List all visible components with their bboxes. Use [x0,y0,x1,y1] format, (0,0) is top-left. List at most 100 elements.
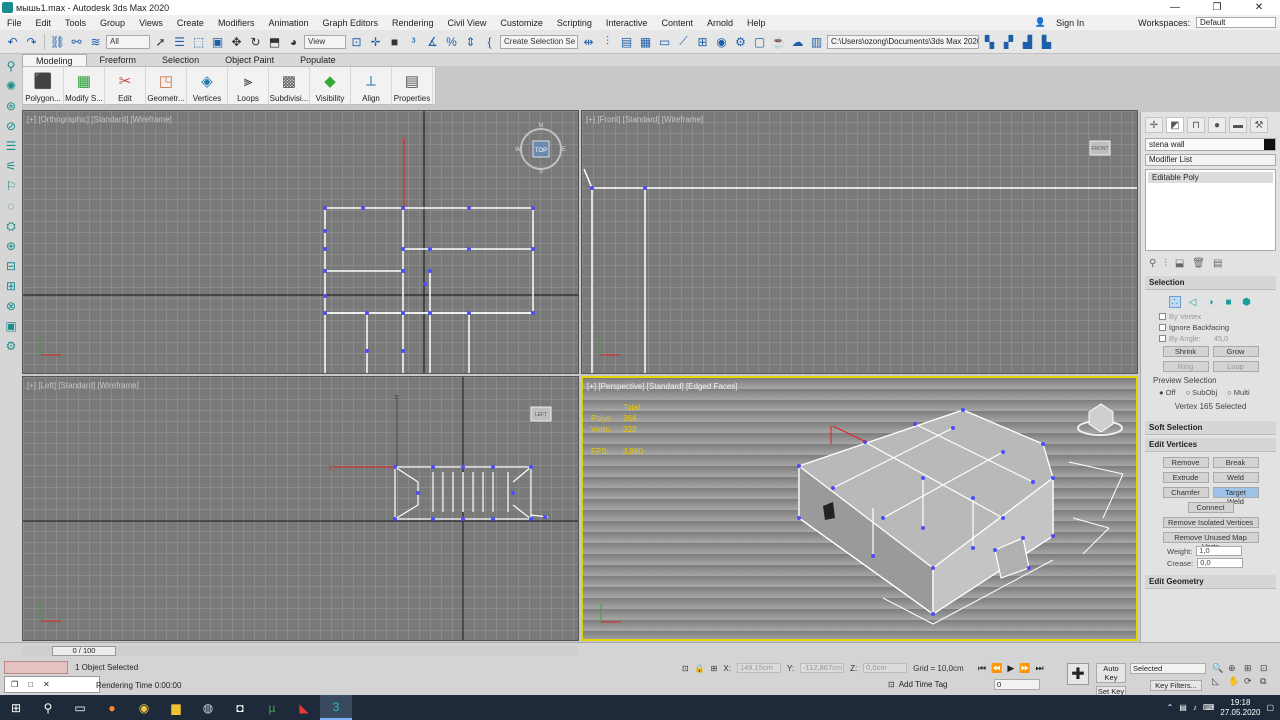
tab-populate[interactable]: Populate [287,54,349,66]
modify-tab-icon[interactable]: ◩ [1166,117,1184,133]
curve-editor-icon[interactable]: ⟋ [675,33,692,50]
tab-object-paint[interactable]: Object Paint [212,54,287,66]
remove-unused-map-verts-button[interactable]: Remove Unused Map Verts [1162,532,1259,551]
modifier-list-dropdown[interactable]: Modifier List [1145,154,1276,166]
remove-button[interactable]: Remove [1162,457,1209,468]
close-icon[interactable]: ✕ [1238,2,1280,13]
edge-level-icon[interactable]: ◁ [1187,296,1199,308]
schematic-view-icon[interactable]: ⊞ [694,33,711,50]
restore-icon[interactable]: ❐ [1196,2,1238,13]
grow-button[interactable]: Grow [1212,346,1259,357]
browse-folder-icon[interactable]: ▟ [1019,33,1036,50]
tab-modeling[interactable]: Modeling [22,54,87,66]
menu-views[interactable]: Views [132,18,170,28]
connect-button[interactable]: Connect [1187,502,1234,513]
preview-multi-radio[interactable]: Multi [1227,388,1250,397]
loop-button[interactable]: Loop [1212,361,1259,372]
menu-arnold[interactable]: Arnold [700,18,740,28]
zoom-extents-icon[interactable]: ⊞ [1244,663,1258,674]
utorrent-icon[interactable]: µ [256,695,288,720]
task-view-icon[interactable]: ▭ [64,695,96,720]
break-button[interactable]: Break [1212,457,1259,468]
pin-stack-icon[interactable]: ⚲ [1149,258,1156,269]
rect-selection-icon[interactable]: ⬚ [190,33,207,50]
rendered-frame-window-icon[interactable]: ▢ [751,33,768,50]
box-icon[interactable]: ▣ [3,318,19,334]
ribbon-toggle-icon[interactable]: ▭ [656,33,673,50]
ignore-backfacing-checkbox[interactable]: Ignore Backfacing [1149,322,1272,333]
edit-button[interactable]: ✂ Edit [105,67,146,105]
by-angle-checkbox[interactable]: By Angle: 45,0 [1149,333,1272,344]
motion-icon[interactable]: ⚐ [3,178,19,194]
maximize-viewport-icon[interactable]: ⧉ [1260,676,1274,687]
angle-snap-icon[interactable]: ∡ [424,33,441,50]
close-icon[interactable]: ✕ [43,680,50,689]
notifications-icon[interactable]: ▢ [1266,703,1274,712]
manipulate-icon[interactable]: ✛ [367,33,384,50]
tab-selection[interactable]: Selection [149,54,212,66]
windows-start-icon[interactable]: ⊞ [0,695,32,720]
list-icon[interactable]: ☰ [3,138,19,154]
3dsmax-taskbar-icon[interactable]: 3 [320,695,352,720]
create-tab-icon[interactable]: ✛ [1145,117,1163,133]
previous-frame-icon[interactable]: ⏪ [991,663,1002,674]
modify-selection-button[interactable]: ▦ Modify S... [64,67,105,105]
material-editor-icon[interactable]: ◉ [713,33,730,50]
edit-geometry-header[interactable]: Edit Geometry [1145,575,1276,589]
menu-rendering[interactable]: Rendering [385,18,441,28]
ring-button[interactable]: Ring [1162,361,1209,372]
link-icon[interactable]: ⛓ [49,33,66,50]
create-icon[interactable]: ⚲ [3,58,19,74]
go-to-start-icon[interactable]: ⏮ [978,663,986,674]
weight-spinner[interactable]: 1,0 [1196,546,1243,556]
select-by-name-icon[interactable]: ☰ [171,33,188,50]
sun-icon[interactable]: ✺ [3,78,19,94]
scale-icon[interactable]: ⬒ [266,33,283,50]
menu-help[interactable]: Help [740,18,773,28]
menu-graph-editors[interactable]: Graph Editors [315,18,385,28]
toggle-scene-explorer-icon[interactable]: ▤ [618,33,635,50]
zoom-all-icon[interactable]: ⊕ [1228,663,1242,674]
orbit-icon[interactable]: ⟳ [1244,676,1258,687]
z-coordinate-field[interactable]: 0,0cm [863,663,908,673]
stack-item-editable-poly[interactable]: Editable Poly [1148,172,1273,183]
field-of-view-icon[interactable]: ◺ [1212,676,1226,687]
loops-button[interactable]: ⫸ Loops [228,67,269,105]
place-icon[interactable]: ◕ [285,33,302,50]
viewcube-top-label[interactable]: TOP [535,148,547,154]
isolate-icon[interactable]: ⊗ [3,298,19,314]
viewcube-left-label[interactable]: LEFT [535,412,547,418]
viewport-top[interactable]: [+] [Orthographic] [Standard] [Wireframe… [22,110,579,374]
element-level-icon[interactable]: ⬢ [1241,296,1253,308]
menu-scripting[interactable]: Scripting [550,18,599,28]
crease-spinner[interactable]: 0,0 [1197,558,1244,568]
shapes-icon[interactable]: ⊘ [3,118,19,134]
lock-selection-icon[interactable]: 🔒 [695,664,705,673]
vertices-button[interactable]: ◈ Vertices [187,67,228,105]
make-unique-icon[interactable]: ⬓ [1175,258,1184,269]
snap-icon[interactable]: ⊞ [3,278,19,294]
adobe-icon[interactable]: ◣ [288,695,320,720]
next-frame-icon[interactable]: ⏩ [1019,663,1030,674]
firefox-icon[interactable]: ● [96,695,128,720]
key-selection-dropdown[interactable]: Selected [1130,663,1206,674]
remove-modifier-icon[interactable]: 🗑 [1192,258,1205,269]
snaps-toggle-icon[interactable]: ³ [405,33,422,50]
menu-interactive[interactable]: Interactive [599,18,655,28]
menu-modifiers[interactable]: Modifiers [211,18,262,28]
undo-icon[interactable]: ↶ [4,33,21,50]
a360-gallery-icon[interactable]: ▥ [808,33,825,50]
border-level-icon[interactable]: ◑ [1205,296,1217,308]
restore-icon[interactable]: ❐ [11,680,18,689]
polygon-modeling-button[interactable]: ⬛ Polygon... [23,67,64,105]
project-options-icon[interactable]: ▙ [1038,33,1055,50]
properties-button[interactable]: ▤ Properties [392,67,433,105]
x-coordinate-field[interactable]: 149,15cm [736,663,781,673]
language-icon[interactable]: ⌨ [1203,703,1215,712]
remove-isolated-vertices-button[interactable]: Remove Isolated Vertices [1162,517,1259,528]
menu-content[interactable]: Content [654,18,700,28]
object-name-field[interactable]: stena wall [1145,138,1276,151]
project-folder-path[interactable]: C:\Users\ozong\Documents\3ds Max 2020 [827,34,979,49]
maxscript-mini-listener[interactable] [4,661,68,674]
mirror-icon[interactable]: ⇹ [580,33,597,50]
